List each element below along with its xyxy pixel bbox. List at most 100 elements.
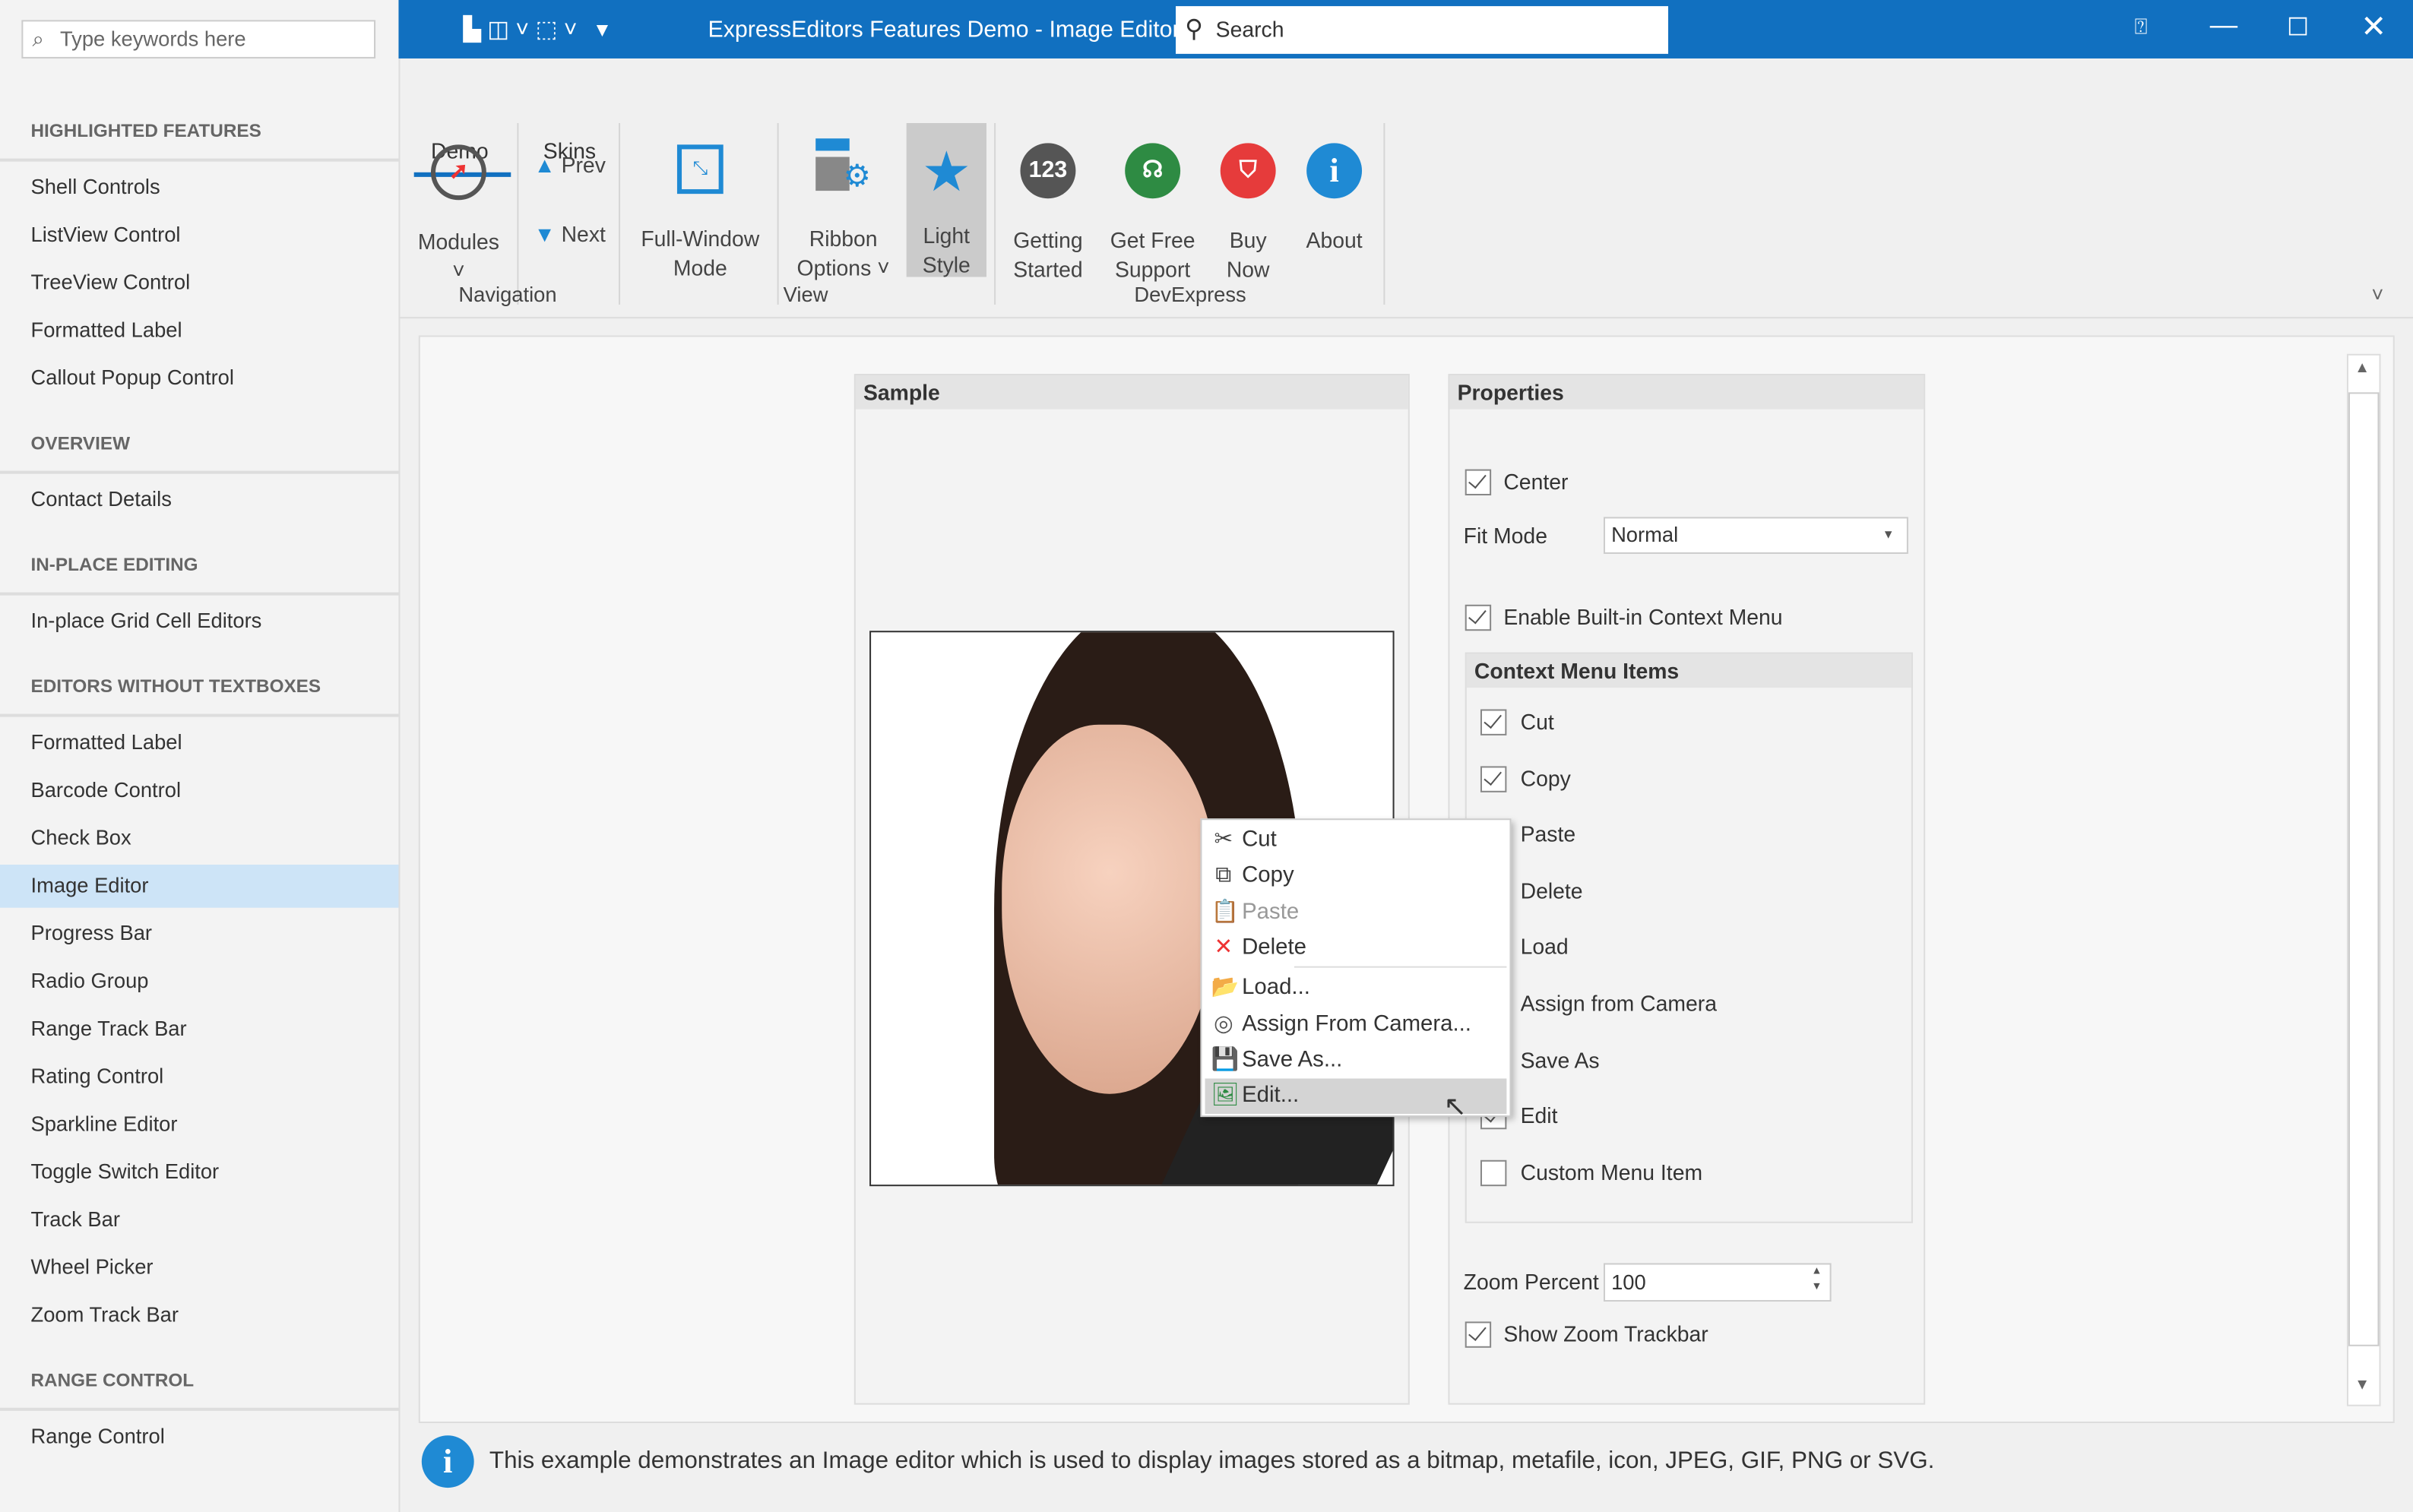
up-triangle-icon: ▲ <box>534 152 556 177</box>
context-item-label: Save As <box>1520 1047 1600 1072</box>
basket-icon: ⛉ <box>1220 143 1276 199</box>
sidebar-item[interactable]: Shell Controls <box>0 166 398 210</box>
prev-button[interactable]: ▲ Prev <box>534 150 606 179</box>
section-divider <box>0 1407 399 1411</box>
sidebar-item[interactable]: Image Editor <box>0 864 399 908</box>
sidebar-item[interactable]: In-place Grid Cell Editors <box>0 600 398 644</box>
down-triangle-icon: ▼ <box>534 221 556 246</box>
sidebar: ⌕ Type keywords here HIGHLIGHTED FEATURES… <box>0 0 401 1512</box>
zoom-percent-label: Zoom Percent <box>1463 1269 1599 1294</box>
search-icon: ⌕ <box>32 27 44 51</box>
sidebar-item[interactable]: Track Bar <box>0 1198 398 1242</box>
paste-icon: 📋 <box>1211 899 1240 925</box>
context-menu-item[interactable]: ⧉ Copy <box>1205 859 1506 894</box>
sidebar-item[interactable]: Radio Group <box>0 960 398 1004</box>
group-navigation: Navigation <box>458 283 557 306</box>
sidebar-item[interactable]: Check Box <box>0 817 398 860</box>
collapse-ribbon-icon[interactable]: ˅ <box>2371 283 2383 306</box>
about-button[interactable]: i About <box>1300 143 1368 255</box>
context-menu-item[interactable]: 📋 Paste <box>1205 895 1506 931</box>
ribbon-content: ➚ Modules ˅ ▲ Prev ▼ Next ⤡ Full-Window Mode… <box>398 0 2413 317</box>
info-text: This example demonstrates an Image edito… <box>489 1447 1935 1474</box>
context-item-label: Paste <box>1520 821 1576 847</box>
context-item-checkbox[interactable] <box>1480 765 1507 792</box>
fit-mode-select[interactable]: Normal ▼ <box>1603 517 1908 554</box>
context-item-label: Delete <box>1520 878 1583 903</box>
sidebar-item[interactable]: ListView Control <box>0 214 398 257</box>
context-menu-item[interactable]: 💾 Save As... <box>1205 1042 1506 1078</box>
sidebar-item[interactable]: Wheel Picker <box>0 1246 398 1289</box>
vertical-scrollbar[interactable]: ▲ ▼ <box>2346 353 2381 1406</box>
group-devexpress: DevExpress <box>1134 283 1246 306</box>
get-free-support-button[interactable]: ☊ Get Free Support <box>1107 143 1199 284</box>
section-divider <box>0 713 399 717</box>
sidebar-item[interactable]: Sparkline Editor <box>0 1103 398 1147</box>
sidebar-item[interactable]: Formatted Label <box>0 722 398 765</box>
buy-now-button[interactable]: ⛉ Buy Now <box>1218 143 1279 284</box>
scroll-thumb[interactable] <box>2348 392 2380 1346</box>
photo-face <box>1002 724 1218 1094</box>
sidebar-item[interactable]: Progress Bar <box>0 913 398 956</box>
context-item-label: Assign from Camera <box>1520 991 1717 1016</box>
context-menu-items-title: Context Menu Items <box>1466 653 1911 688</box>
section-divider <box>0 470 399 474</box>
context-menu-items-group: Context Menu Items Cut Copy Paste Delete Loa… <box>1465 652 1913 1223</box>
ribbon-options-button[interactable]: ⚙ Ribbon Options ˅ <box>790 138 898 283</box>
sidebar-item[interactable]: Zoom Track Bar <box>0 1294 398 1337</box>
scissors-icon: ✂ <box>1214 827 1233 852</box>
next-button[interactable]: ▼ Next <box>534 220 606 249</box>
expand-icon: ⤡ <box>676 144 724 195</box>
getting-started-button[interactable]: 123 Getting Started <box>1005 143 1091 284</box>
context-menu-item[interactable]: ✂ Cut <box>1205 823 1506 859</box>
context-menu: ✂ Cut ⧉ Copy 📋 Paste ✕ Delete 📂 Load... ◎ Assign Fr… <box>1200 818 1512 1118</box>
properties-title: Properties <box>1449 375 1924 410</box>
modules-button[interactable]: ➚ Modules ˅ <box>414 144 503 286</box>
context-item-label: Cut <box>1520 709 1554 734</box>
context-menu-item[interactable]: 📂 Load... <box>1205 971 1506 1007</box>
sidebar-item[interactable]: Toggle Switch Editor <box>0 1151 398 1194</box>
ribbon-settings-icon: ⚙ <box>815 138 871 197</box>
enable-context-menu-checkbox[interactable] <box>1465 604 1492 631</box>
context-item-label: Copy <box>1520 765 1571 790</box>
context-item-label: Custom Menu Item <box>1520 1159 1703 1185</box>
center-checkbox[interactable] <box>1465 469 1492 496</box>
sidebar-item[interactable]: Range Control <box>0 1416 398 1459</box>
full-window-mode-button[interactable]: ⤡ Full-Window Mode <box>635 144 765 283</box>
chevron-down-icon: ▼ <box>1882 527 1895 542</box>
star-icon: ★ <box>921 140 971 204</box>
edit-image-icon: 🖼 <box>1211 1083 1240 1109</box>
spin-icon[interactable]: ▲ ▼ <box>1811 1264 1822 1295</box>
sidebar-item[interactable]: Barcode Control <box>0 769 398 812</box>
context-menu-item[interactable]: ✕ Delete <box>1205 931 1506 966</box>
context-menu-item[interactable]: ◎ Assign From Camera... <box>1205 1007 1506 1042</box>
light-style-button[interactable]: ★ Light Style <box>906 122 986 277</box>
show-zoom-trackbar-label: Show Zoom Trackbar <box>1503 1321 1708 1346</box>
folder-icon: 📂 <box>1211 976 1240 1001</box>
sidebar-item[interactable]: Formatted Label <box>0 309 398 353</box>
sidebar-item[interactable]: Contact Details <box>0 479 398 522</box>
sidebar-section-title: EDITORS WITHOUT TEXTBOXES <box>30 675 321 697</box>
zoom-percent-spinner[interactable]: 100 ▲ ▼ <box>1603 1263 1832 1302</box>
sidebar-item[interactable]: Range Track Bar <box>0 1007 398 1051</box>
context-item-checkbox[interactable] <box>1480 709 1507 735</box>
sidebar-item[interactable]: Callout Popup Control <box>0 357 398 400</box>
sidebar-item[interactable]: Rating Control <box>0 1055 398 1099</box>
scroll-up-icon[interactable]: ▲ <box>2354 360 2370 377</box>
properties-panel: Properties Center Fit Mode Normal ▼ Enabl… <box>1448 374 1926 1405</box>
sample-title: Sample <box>855 375 1408 410</box>
menu-separator <box>1294 966 1507 968</box>
context-item-label: Load <box>1520 934 1569 960</box>
scroll-down-icon[interactable]: ▼ <box>2354 1377 2370 1393</box>
keyword-search-input[interactable]: ⌕ Type keywords here <box>21 20 376 59</box>
context-item-checkbox[interactable] <box>1480 1159 1507 1186</box>
sidebar-section-title: HIGHLIGHTED FEATURES <box>30 119 261 142</box>
delete-icon: ✕ <box>1214 935 1233 960</box>
center-label: Center <box>1503 469 1569 494</box>
info-icon: i <box>1306 143 1363 199</box>
show-zoom-trackbar-checkbox[interactable] <box>1465 1321 1492 1348</box>
section-divider <box>0 158 399 162</box>
info-icon: i <box>421 1435 474 1488</box>
sidebar-item[interactable]: TreeView Control <box>0 261 398 305</box>
mouse-cursor-icon: ↖ <box>1443 1090 1467 1122</box>
sidebar-section-title: RANGE CONTROL <box>30 1369 195 1391</box>
